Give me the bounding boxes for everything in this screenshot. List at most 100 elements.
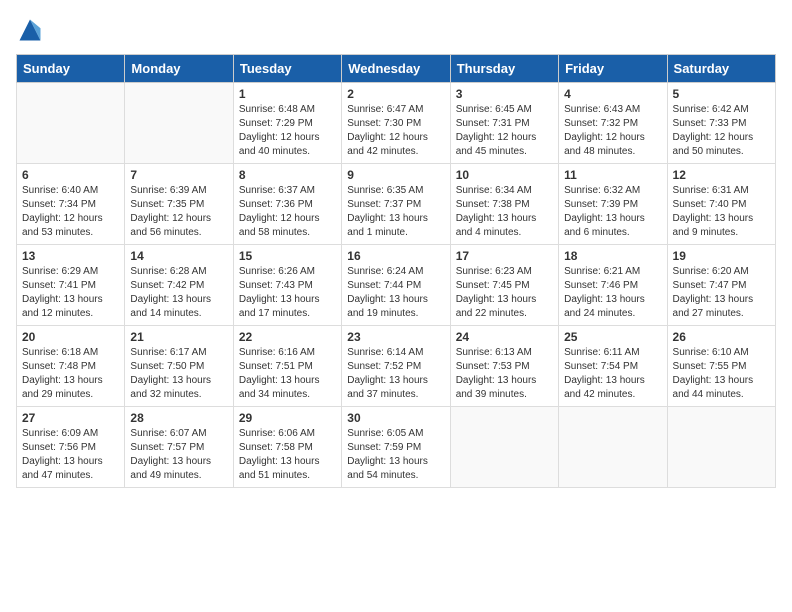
day-number: 28 bbox=[130, 411, 227, 425]
calendar-cell: 19 Sunrise: 6:20 AM Sunset: 7:47 PM Dayli… bbox=[667, 245, 775, 326]
day-info: Sunrise: 6:23 AM Sunset: 7:45 PM Dayligh… bbox=[456, 265, 553, 321]
calendar-week-row: 1Sunrise: 6:48 AM Sunset: 7:29 PM Daylig… bbox=[17, 83, 776, 164]
calendar-cell: 2 Sunrise: 6:47 AM Sunset: 7:30 PM Daylig… bbox=[342, 83, 450, 164]
calendar-table: SundayMondayTuesdayWednesdayThursdayFrid… bbox=[16, 54, 776, 488]
calendar-cell: 12 Sunrise: 6:31 AM Sunset: 7:40 PM Dayli… bbox=[667, 164, 775, 245]
day-number: 16 bbox=[347, 249, 444, 263]
day-info: Sunrise: 6:07 AM Sunset: 7:57 PM Dayligh… bbox=[130, 427, 227, 483]
day-info: Sunrise: 6:16 AM Sunset: 7:51 PM Dayligh… bbox=[239, 346, 336, 402]
day-number: 29 bbox=[239, 411, 336, 425]
calendar-cell: 29 Sunrise: 6:06 AM Sunset: 7:58 PM Dayli… bbox=[233, 407, 341, 488]
calendar-cell: 16 Sunrise: 6:24 AM Sunset: 7:44 PM Dayli… bbox=[342, 245, 450, 326]
header-thursday: Thursday bbox=[450, 55, 558, 83]
calendar-week-row: 27 Sunrise: 6:09 AM Sunset: 7:56 PM Dayli… bbox=[17, 407, 776, 488]
header bbox=[16, 16, 776, 44]
logo bbox=[16, 16, 48, 44]
calendar-cell: 3 Sunrise: 6:45 AM Sunset: 7:31 PM Daylig… bbox=[450, 83, 558, 164]
day-number: 26 bbox=[673, 330, 770, 344]
header-sunday: Sunday bbox=[17, 55, 125, 83]
calendar-cell: 24 Sunrise: 6:13 AM Sunset: 7:53 PM Dayli… bbox=[450, 326, 558, 407]
calendar-header-row: SundayMondayTuesdayWednesdayThursdayFrid… bbox=[17, 55, 776, 83]
day-number: 25 bbox=[564, 330, 661, 344]
day-number: 4 bbox=[564, 87, 661, 101]
calendar-cell: 18 Sunrise: 6:21 AM Sunset: 7:46 PM Dayli… bbox=[559, 245, 667, 326]
day-info: Sunrise: 6:20 AM Sunset: 7:47 PM Dayligh… bbox=[673, 265, 770, 321]
day-info: Sunrise: 6:26 AM Sunset: 7:43 PM Dayligh… bbox=[239, 265, 336, 321]
day-info: Sunrise: 6:42 AM Sunset: 7:33 PM Dayligh… bbox=[673, 103, 770, 159]
calendar-cell bbox=[125, 83, 233, 164]
day-info: Sunrise: 6:09 AM Sunset: 7:56 PM Dayligh… bbox=[22, 427, 119, 483]
calendar-cell: 25 Sunrise: 6:11 AM Sunset: 7:54 PM Dayli… bbox=[559, 326, 667, 407]
calendar-week-row: 13 Sunrise: 6:29 AM Sunset: 7:41 PM Dayli… bbox=[17, 245, 776, 326]
day-number: 22 bbox=[239, 330, 336, 344]
header-friday: Friday bbox=[559, 55, 667, 83]
calendar-cell: 22 Sunrise: 6:16 AM Sunset: 7:51 PM Dayli… bbox=[233, 326, 341, 407]
day-number: 3 bbox=[456, 87, 553, 101]
day-number: 21 bbox=[130, 330, 227, 344]
calendar-cell bbox=[17, 83, 125, 164]
day-number: 8 bbox=[239, 168, 336, 182]
day-info: Sunrise: 6:06 AM Sunset: 7:58 PM Dayligh… bbox=[239, 427, 336, 483]
calendar-cell: 7 Sunrise: 6:39 AM Sunset: 7:35 PM Daylig… bbox=[125, 164, 233, 245]
day-info: Sunrise: 6:24 AM Sunset: 7:44 PM Dayligh… bbox=[347, 265, 444, 321]
day-info: Sunrise: 6:34 AM Sunset: 7:38 PM Dayligh… bbox=[456, 184, 553, 240]
day-info: Sunrise: 6:17 AM Sunset: 7:50 PM Dayligh… bbox=[130, 346, 227, 402]
day-number: 20 bbox=[22, 330, 119, 344]
day-number: 5 bbox=[673, 87, 770, 101]
day-number: 30 bbox=[347, 411, 444, 425]
day-number: 10 bbox=[456, 168, 553, 182]
day-info: Sunrise: 6:28 AM Sunset: 7:42 PM Dayligh… bbox=[130, 265, 227, 321]
calendar-cell: 8 Sunrise: 6:37 AM Sunset: 7:36 PM Daylig… bbox=[233, 164, 341, 245]
logo-icon bbox=[16, 16, 44, 44]
header-tuesday: Tuesday bbox=[233, 55, 341, 83]
calendar-cell: 5 Sunrise: 6:42 AM Sunset: 7:33 PM Daylig… bbox=[667, 83, 775, 164]
day-number: 6 bbox=[22, 168, 119, 182]
day-number: 7 bbox=[130, 168, 227, 182]
day-info: Sunrise: 6:47 AM Sunset: 7:30 PM Dayligh… bbox=[347, 103, 444, 159]
day-info: Sunrise: 6:10 AM Sunset: 7:55 PM Dayligh… bbox=[673, 346, 770, 402]
day-info: Sunrise: 6:05 AM Sunset: 7:59 PM Dayligh… bbox=[347, 427, 444, 483]
calendar-cell bbox=[450, 407, 558, 488]
day-info: Sunrise: 6:35 AM Sunset: 7:37 PM Dayligh… bbox=[347, 184, 444, 240]
calendar-cell: 20Sunrise: 6:18 AM Sunset: 7:48 PM Dayli… bbox=[17, 326, 125, 407]
day-number: 12 bbox=[673, 168, 770, 182]
calendar-cell: 15 Sunrise: 6:26 AM Sunset: 7:43 PM Dayli… bbox=[233, 245, 341, 326]
day-info: Sunrise: 6:40 AM Sunset: 7:34 PM Dayligh… bbox=[22, 184, 119, 240]
day-info: Sunrise: 6:29 AM Sunset: 7:41 PM Dayligh… bbox=[22, 265, 119, 321]
calendar-cell bbox=[667, 407, 775, 488]
calendar-cell: 11Sunrise: 6:32 AM Sunset: 7:39 PM Dayli… bbox=[559, 164, 667, 245]
day-number: 1 bbox=[239, 87, 336, 101]
day-number: 23 bbox=[347, 330, 444, 344]
calendar-cell: 4Sunrise: 6:43 AM Sunset: 7:32 PM Daylig… bbox=[559, 83, 667, 164]
day-number: 27 bbox=[22, 411, 119, 425]
calendar-cell: 14Sunrise: 6:28 AM Sunset: 7:42 PM Dayli… bbox=[125, 245, 233, 326]
day-info: Sunrise: 6:37 AM Sunset: 7:36 PM Dayligh… bbox=[239, 184, 336, 240]
calendar-cell: 26 Sunrise: 6:10 AM Sunset: 7:55 PM Dayli… bbox=[667, 326, 775, 407]
calendar-cell: 30 Sunrise: 6:05 AM Sunset: 7:59 PM Dayli… bbox=[342, 407, 450, 488]
day-info: Sunrise: 6:31 AM Sunset: 7:40 PM Dayligh… bbox=[673, 184, 770, 240]
day-info: Sunrise: 6:21 AM Sunset: 7:46 PM Dayligh… bbox=[564, 265, 661, 321]
calendar-cell: 23 Sunrise: 6:14 AM Sunset: 7:52 PM Dayli… bbox=[342, 326, 450, 407]
day-info: Sunrise: 6:13 AM Sunset: 7:53 PM Dayligh… bbox=[456, 346, 553, 402]
calendar-cell: 13 Sunrise: 6:29 AM Sunset: 7:41 PM Dayli… bbox=[17, 245, 125, 326]
day-number: 13 bbox=[22, 249, 119, 263]
day-number: 18 bbox=[564, 249, 661, 263]
day-info: Sunrise: 6:39 AM Sunset: 7:35 PM Dayligh… bbox=[130, 184, 227, 240]
day-number: 24 bbox=[456, 330, 553, 344]
day-info: Sunrise: 6:32 AM Sunset: 7:39 PM Dayligh… bbox=[564, 184, 661, 240]
calendar-cell: 9Sunrise: 6:35 AM Sunset: 7:37 PM Daylig… bbox=[342, 164, 450, 245]
calendar-cell: 1Sunrise: 6:48 AM Sunset: 7:29 PM Daylig… bbox=[233, 83, 341, 164]
header-wednesday: Wednesday bbox=[342, 55, 450, 83]
day-info: Sunrise: 6:11 AM Sunset: 7:54 PM Dayligh… bbox=[564, 346, 661, 402]
day-info: Sunrise: 6:14 AM Sunset: 7:52 PM Dayligh… bbox=[347, 346, 444, 402]
header-saturday: Saturday bbox=[667, 55, 775, 83]
calendar-cell: 28 Sunrise: 6:07 AM Sunset: 7:57 PM Dayli… bbox=[125, 407, 233, 488]
day-info: Sunrise: 6:45 AM Sunset: 7:31 PM Dayligh… bbox=[456, 103, 553, 159]
day-number: 15 bbox=[239, 249, 336, 263]
calendar-cell: 27 Sunrise: 6:09 AM Sunset: 7:56 PM Dayli… bbox=[17, 407, 125, 488]
day-number: 17 bbox=[456, 249, 553, 263]
calendar-week-row: 6 Sunrise: 6:40 AM Sunset: 7:34 PM Daylig… bbox=[17, 164, 776, 245]
day-number: 19 bbox=[673, 249, 770, 263]
day-number: 2 bbox=[347, 87, 444, 101]
calendar-cell: 17 Sunrise: 6:23 AM Sunset: 7:45 PM Dayli… bbox=[450, 245, 558, 326]
